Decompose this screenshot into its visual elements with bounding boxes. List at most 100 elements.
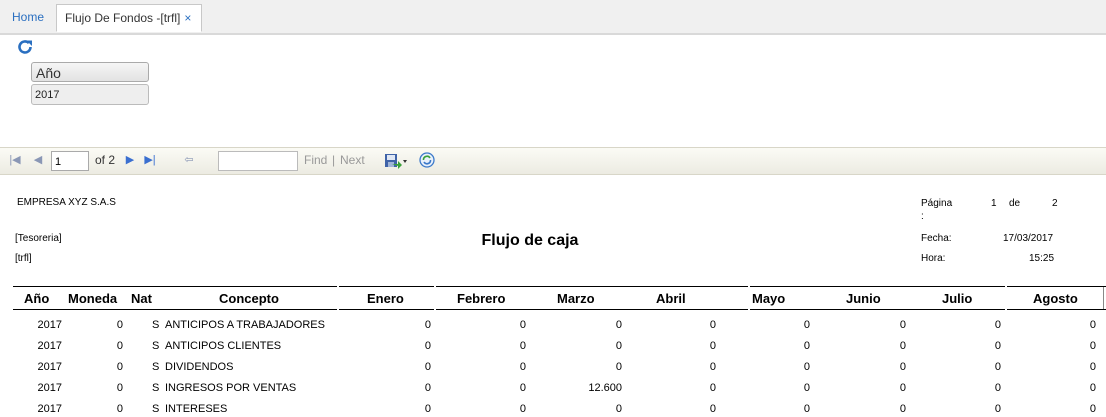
table-cell: 0	[994, 319, 1001, 331]
table-cell: 0	[899, 319, 906, 331]
close-icon[interactable]: ×	[184, 11, 191, 25]
table-cell: 0	[709, 319, 716, 331]
header-rule	[1007, 286, 1106, 287]
table-cell: 0	[1089, 319, 1096, 331]
tab-label: Flujo De Fondos -[trfl]	[65, 11, 181, 25]
table-cell: 0	[709, 361, 716, 373]
table-cell: 0	[994, 403, 1001, 415]
divider	[0, 33, 1106, 35]
next-page-icon[interactable]: ▶	[123, 153, 137, 167]
table-cell: INGRESOS POR VENTAS	[165, 382, 297, 394]
table-cell: 0	[803, 340, 810, 352]
table-cell: ANTICIPOS CLIENTES	[165, 340, 282, 352]
col-header-julio: Julio	[942, 291, 973, 306]
table-cell: 0	[424, 382, 431, 394]
refresh-report-icon[interactable]	[419, 152, 435, 168]
table-cell: 0	[994, 361, 1001, 373]
col-header-agosto: Agosto	[1033, 291, 1078, 306]
page-total-count: 2	[1052, 198, 1058, 209]
table-cell: 0	[1089, 340, 1096, 352]
table-cell: 0	[803, 382, 810, 394]
table-cell: 12.600	[588, 382, 622, 394]
col-header-mayo: Mayo	[752, 291, 786, 306]
report-code: [trfl]	[15, 253, 32, 264]
table-cell: S	[152, 319, 160, 331]
report-toolbar: |◀ ◀ 1 of 2 ▶ ▶| ⇦ Find | Next	[0, 147, 1106, 175]
page-total: of 2	[95, 153, 116, 167]
table-cell: 0	[424, 403, 431, 415]
table-cell: S	[152, 403, 160, 415]
table-cell: 0	[709, 340, 716, 352]
table-cell: 0	[803, 361, 810, 373]
table-cell: 0	[615, 403, 622, 415]
tab-bar: Home Flujo De Fondos -[trfl] ×	[0, 0, 1106, 34]
param-select-ano[interactable]: 2017	[31, 84, 149, 105]
table-cell: DIVIDENDOS	[165, 361, 234, 373]
table-cell: 0	[1089, 382, 1096, 394]
table-cell: 0	[803, 403, 810, 415]
page-de: de	[1009, 198, 1021, 209]
next-link[interactable]: Next	[340, 153, 365, 167]
table-cell: 0	[899, 361, 906, 373]
table-cell: 0	[994, 382, 1001, 394]
table-cell: 0	[1089, 361, 1096, 373]
find-link[interactable]: Find	[304, 153, 327, 167]
header-rule	[339, 286, 434, 287]
vertical-scroll-edge	[1103, 287, 1104, 309]
first-page-icon[interactable]: |◀	[8, 153, 22, 167]
page-number: 1	[991, 198, 997, 209]
toolbar-separator: |	[332, 153, 336, 167]
header-rule	[13, 309, 337, 310]
col-header-abril: Abril	[656, 291, 686, 306]
table-cell: 0	[615, 340, 622, 352]
back-icon[interactable]: ⇦	[182, 153, 196, 167]
table-cell: 0	[615, 361, 622, 373]
table-cell: 0	[116, 382, 123, 394]
table-cell: 0	[424, 361, 431, 373]
table-cell: 2017	[37, 319, 62, 331]
previous-page-icon[interactable]: ◀	[31, 153, 45, 167]
table-cell: 0	[519, 403, 526, 415]
col-header-enero: Enero	[367, 291, 404, 306]
fecha-label: Fecha:	[921, 233, 952, 244]
table-cell: 0	[116, 361, 123, 373]
table-cell: 0	[519, 361, 526, 373]
header-rule	[750, 309, 1005, 310]
table-cell: 0	[519, 319, 526, 331]
table-cell: S	[152, 361, 160, 373]
fecha-value: 17/03/2017	[1003, 233, 1054, 244]
tab-home[interactable]: Home	[4, 4, 52, 32]
table-cell: 0	[116, 403, 123, 415]
last-page-icon[interactable]: ▶|	[143, 153, 157, 167]
col-header-junio: Junio	[846, 291, 881, 306]
hora-value: 15:25	[1029, 253, 1055, 264]
table-cell: 0	[519, 340, 526, 352]
col-header-concepto: Concepto	[219, 291, 279, 306]
col-header-marzo: Marzo	[557, 291, 595, 306]
find-input[interactable]	[218, 151, 298, 171]
table-cell: 0	[994, 340, 1001, 352]
header-rule	[13, 286, 337, 287]
tab-flujo-de-fondos[interactable]: Flujo De Fondos -[trfl] ×	[56, 4, 202, 32]
export-save-icon[interactable]	[384, 153, 408, 169]
company-name: EMPRESA XYZ S.A.S	[17, 197, 116, 208]
table-cell: 2017	[37, 340, 62, 352]
table-cell: S	[152, 340, 160, 352]
table-cell: 0	[709, 403, 716, 415]
header-rule	[436, 286, 748, 287]
page-number-input[interactable]: 1	[51, 151, 89, 171]
hora-label: Hora:	[921, 253, 946, 264]
table-cell: 0	[116, 319, 123, 331]
table-cell: 2017	[37, 403, 62, 415]
table-cell: INTERESES	[165, 403, 228, 415]
col-header-nat: Nat	[131, 291, 152, 306]
table-cell: 0	[519, 382, 526, 394]
table-cell: ANTICIPOS A TRABAJADORES	[165, 319, 325, 331]
col-header-ano: Año	[24, 291, 50, 306]
table-cell: 0	[709, 382, 716, 394]
table-cell: 0	[899, 340, 906, 352]
table-cell: 0	[424, 340, 431, 352]
table-cell: 2017	[37, 382, 62, 394]
table-cell: 0	[1089, 403, 1096, 415]
refresh-icon[interactable]	[16, 38, 34, 56]
